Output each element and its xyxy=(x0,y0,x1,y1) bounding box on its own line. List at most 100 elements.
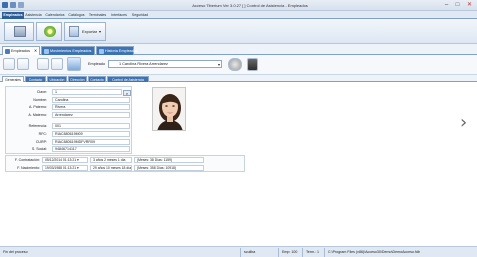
detail-tabs: Generales Contacto Ubicación Dirección C… xyxy=(0,75,477,82)
employee-toolbar: Empleado 1 Carolina Rivera Arrendarez ▾ xyxy=(0,55,477,75)
status-divider xyxy=(302,248,303,257)
ssocial-label: S. Social: xyxy=(31,147,47,151)
field-row-clave: Clave: 1 ⌕ xyxy=(6,89,131,96)
nombre-field[interactable]: Carolina xyxy=(52,97,130,103)
birth-date-picker[interactable]: 19/03/1988 01:13:21 ▾ xyxy=(42,165,88,171)
chat-icon[interactable] xyxy=(228,58,242,71)
amaterno-label: A. Materno: xyxy=(28,113,47,117)
status-divider xyxy=(324,248,325,257)
menu-tab-asistencia[interactable]: Asistencia xyxy=(24,12,43,19)
title-bar: Acceso Tiberium Ver 3.0.27 [ ] Control d… xyxy=(0,0,477,11)
fingerprint-icon[interactable] xyxy=(247,58,258,71)
hire-date-picker[interactable]: 05/12/2014 01:13:21 ▾ xyxy=(42,157,88,163)
menu-bar: Empleados Asistencia Calendarios Catálog… xyxy=(0,11,477,19)
field-row-nombre: Nombre: Carolina xyxy=(6,97,131,104)
menu-tab-interfaces[interactable]: Interfaces xyxy=(109,12,129,19)
new-record-button[interactable] xyxy=(3,58,15,70)
field-row-rfc: RFC: RIAC880619M09 xyxy=(6,131,131,138)
employee-select-value: 1 Carolina Rivera Arrendarez xyxy=(119,62,168,66)
curp-label: CURP: xyxy=(35,140,47,144)
movements-icon xyxy=(44,49,49,54)
minimize-button[interactable]: – xyxy=(441,1,452,9)
window-title: Acceso Tiberium Ver 3.0.27 [ ] Control d… xyxy=(192,3,308,8)
employee-card-icon xyxy=(14,26,26,37)
status-bar: Fin del proceso sculiba Emp: 100 Term.: … xyxy=(0,246,477,257)
employee-select[interactable]: 1 Carolina Rivera Arrendarez ▾ xyxy=(108,60,222,68)
status-divider xyxy=(278,248,279,257)
doc-tab-movimientos[interactable]: Movimientos Empleados xyxy=(41,46,95,55)
subtab-direccion[interactable]: Dirección xyxy=(68,76,87,82)
rfc-label: RFC: xyxy=(38,132,47,136)
status-user: sculiba xyxy=(244,250,256,254)
menu-tab-seguridad[interactable]: Seguridad xyxy=(130,12,150,19)
next-record-arrow-icon[interactable]: › xyxy=(460,112,467,133)
doc-tab-empleados[interactable]: Empleados ✕ xyxy=(2,46,40,55)
search-icon[interactable]: ⌕ xyxy=(123,90,131,96)
menu-tab-empleados[interactable]: Empleados xyxy=(2,12,24,19)
clave-field[interactable]: 1 xyxy=(52,89,122,95)
status-db-path: C:\Program Files (x86)\Acceso30\Demo\Dem… xyxy=(328,250,420,254)
field-row-referencia: Referencia: 001 xyxy=(6,123,131,130)
chevron-down-icon: ▾ xyxy=(99,29,102,34)
employee-photo-button[interactable] xyxy=(67,57,81,71)
edit-record-button[interactable] xyxy=(17,58,29,70)
hire-date-row: F. Contratación: 05/12/2014 01:13:21 ▾ 3… xyxy=(6,157,246,164)
apaterno-label: A. Paterno: xyxy=(29,105,47,109)
menu-tab-catalogos[interactable]: Catálogos xyxy=(67,12,86,19)
history-icon xyxy=(99,49,104,54)
search-record-button[interactable] xyxy=(37,58,49,70)
field-row-ssocial: S. Social: 94846714117 xyxy=(6,146,131,153)
dates-panel: F. Contratación: 05/12/2014 01:13:21 ▾ 3… xyxy=(5,155,245,172)
doc-tab-historia[interactable]: Historia Empleados xyxy=(96,46,138,55)
ssocial-field[interactable]: 94846714117 xyxy=(52,146,130,152)
ribbon-export-dropdown[interactable]: Exportar ▾ xyxy=(64,22,106,41)
subtab-generales[interactable]: Generales xyxy=(2,76,24,82)
undo-icon[interactable] xyxy=(18,2,24,8)
ribbon-employees-button[interactable] xyxy=(4,22,34,41)
close-button[interactable]: ✕ xyxy=(464,1,475,9)
status-company: Emp: 100 xyxy=(282,250,298,254)
menu-tab-terminales[interactable]: Terminales xyxy=(87,12,108,19)
document-tabs: Empleados ✕ Movimientos Empleados Histor… xyxy=(0,44,477,55)
field-row-amaterno: A. Materno: Arrendarez xyxy=(6,112,131,119)
menu-tab-calendarios[interactable]: Calendarios xyxy=(44,12,66,19)
clave-label: Clave: xyxy=(36,90,47,94)
subtab-contacto[interactable]: Contacto xyxy=(25,76,46,82)
hire-date-label: F. Contratación: xyxy=(14,158,40,162)
user-icon xyxy=(5,49,10,54)
amaterno-field[interactable]: Arrendarez xyxy=(52,112,130,118)
employee-portrait-image xyxy=(153,88,185,130)
referencia-field[interactable]: 001 xyxy=(52,123,130,129)
general-info-panel: Clave: 1 ⌕ Nombre: Carolina A. Paterno: … xyxy=(5,86,132,154)
age-value: 29 años 10 meses 18 días xyxy=(90,165,132,171)
birth-date-row: F. Nacimiento: 19/03/1988 01:13:21 ▾ 29 … xyxy=(6,165,246,172)
field-row-apaterno: A. Paterno: Rivera xyxy=(6,104,131,111)
referencia-label: Referencia: xyxy=(28,124,47,128)
export-icon xyxy=(69,26,79,37)
employee-photo[interactable] xyxy=(152,87,186,131)
ribbon: Exportar ▾ xyxy=(0,19,477,44)
birth-date-label: F. Nacimiento: xyxy=(17,166,40,170)
curp-field[interactable]: RIAC880619MDFVRR09 xyxy=(52,139,130,145)
save-icon[interactable] xyxy=(10,2,16,8)
status-message: Fin del proceso xyxy=(3,250,28,254)
subtab-ubicacion[interactable]: Ubicación xyxy=(47,76,67,82)
subtab-contacto-2[interactable]: Contacto xyxy=(88,76,106,82)
delete-record-button[interactable] xyxy=(51,58,63,70)
hire-seniority-value: 3 años 2 meses 1 día xyxy=(90,157,132,163)
subtab-control-asistencia[interactable]: Control de Asistencia xyxy=(107,76,149,82)
nombre-label: Nombre: xyxy=(33,98,47,102)
status-terminal: Term.: 1 xyxy=(306,250,319,254)
rfc-field[interactable]: RIAC880619M09 xyxy=(52,131,130,137)
chevron-down-icon: ▾ xyxy=(217,62,220,67)
ribbon-refresh-button[interactable] xyxy=(36,22,62,41)
status-divider xyxy=(240,248,241,257)
employee-label: Empleado xyxy=(88,62,106,66)
refresh-icon xyxy=(44,26,56,37)
field-row-curp: CURP: RIAC880619MDFVRR09 xyxy=(6,139,131,146)
maximize-button[interactable]: □ xyxy=(452,1,463,9)
apaterno-field[interactable]: Rivera xyxy=(52,104,130,110)
app-icon[interactable] xyxy=(2,2,8,8)
export-label: Exportar xyxy=(82,29,98,34)
age-detail: (Meses: 358 Días: 10918) xyxy=(134,165,204,171)
